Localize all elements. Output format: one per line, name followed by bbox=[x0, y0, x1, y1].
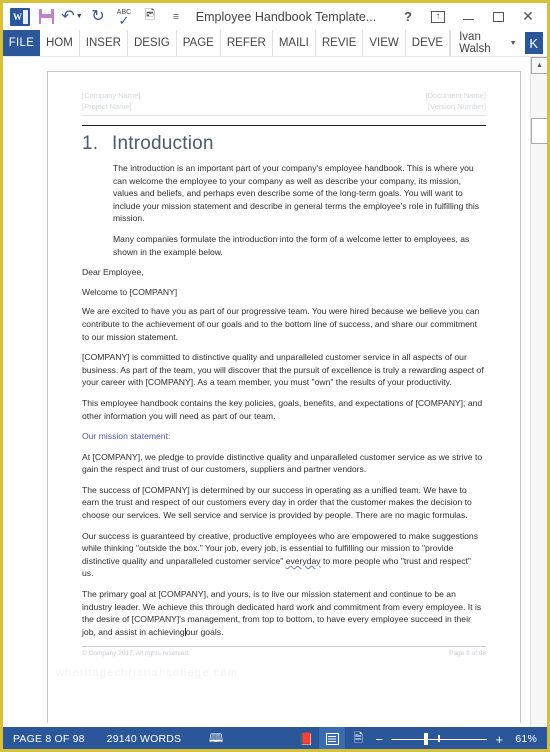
user-account-label: Ivan Walsh bbox=[459, 31, 491, 55]
header-document-name: [Document Name] bbox=[425, 91, 486, 100]
mission-statement-label: Our mission statement: bbox=[82, 431, 171, 442]
spelling-icon[interactable]: ABC ✓ bbox=[111, 5, 137, 29]
tab-references[interactable]: REFER bbox=[221, 30, 273, 56]
intro-block: The introduction is an important part of… bbox=[82, 162, 486, 258]
document-title: Employee Handbook Template... bbox=[195, 9, 377, 24]
help-button[interactable]: ? bbox=[393, 5, 423, 29]
maximize-button[interactable] bbox=[483, 5, 513, 29]
zoom-track[interactable] bbox=[391, 733, 488, 745]
quick-access-toolbar: W ↶ ▼ ↻ ABC ✓ 🖻 ≡ bbox=[7, 5, 189, 29]
save-icon[interactable] bbox=[33, 5, 59, 29]
web-layout-icon[interactable]: 🗎 bbox=[345, 727, 371, 749]
minimize-button[interactable] bbox=[453, 5, 483, 29]
ribbon-display-options-button[interactable] bbox=[423, 5, 453, 29]
header-company-name: [Company Name] bbox=[82, 91, 141, 100]
title-bar: W ↶ ▼ ↻ ABC ✓ 🖻 ≡ Employee Handbook Templa… bbox=[3, 3, 547, 30]
paragraph-welcome: Welcome to [COMPANY] bbox=[82, 286, 178, 297]
window-controls: ? ✕ bbox=[393, 5, 543, 29]
tab-insert[interactable]: INSER bbox=[80, 30, 128, 56]
scroll-up-icon[interactable]: ▲ bbox=[531, 57, 547, 74]
avatar[interactable]: K bbox=[524, 32, 543, 54]
word-logo-icon[interactable]: W bbox=[7, 5, 33, 29]
page-footer: © Company 2017. All rights reserved. Pag… bbox=[82, 646, 486, 657]
paragraph-salutation: Dear Employee, bbox=[82, 267, 144, 278]
document-page[interactable]: [Company Name] [Project Name] [Document … bbox=[47, 71, 521, 723]
footer-copyright: © Company 2017. All rights reserved. bbox=[82, 650, 190, 658]
read-mode-icon[interactable]: 📕 bbox=[293, 727, 319, 749]
paragraph-final-part-b: our goals. bbox=[185, 626, 224, 637]
paragraph-final-part-a: The primary goal at [COMPANY], and yours… bbox=[82, 589, 482, 637]
section-heading-number: 1. bbox=[82, 133, 99, 154]
tab-review[interactable]: REVIE bbox=[316, 30, 364, 56]
paragraph-final: The primary goal at [COMPANY], and yours… bbox=[82, 588, 484, 638]
section-heading-text: Introduction bbox=[112, 133, 214, 154]
close-button[interactable]: ✕ bbox=[513, 5, 543, 29]
page-header: [Company Name] [Project Name] [Document … bbox=[82, 90, 486, 116]
tab-developer[interactable]: DEVE bbox=[406, 30, 451, 56]
vertical-scrollbar[interactable]: ▲ bbox=[530, 57, 547, 727]
undo-icon[interactable]: ↶ ▼ bbox=[59, 5, 85, 29]
status-bar: PAGE 8 OF 98 29140 WORDS 🕮 📕 🗎 − + 61% bbox=[3, 727, 547, 749]
word-logo-letter: W bbox=[13, 11, 22, 22]
header-project-name: [Project Name] bbox=[82, 102, 132, 111]
touch-mode-icon[interactable]: 🖻 bbox=[137, 5, 163, 29]
zoom-thumb[interactable] bbox=[424, 733, 429, 745]
section-heading: 1. Introduction bbox=[82, 125, 486, 155]
paragraph-body-2: [COMPANY] is committed to distinctive qu… bbox=[82, 352, 484, 388]
print-layout-icon[interactable] bbox=[319, 727, 346, 749]
paragraph-mission-2: The success of [COMPANY] is determined b… bbox=[82, 484, 472, 521]
zoom-in-button[interactable]: + bbox=[491, 732, 507, 747]
tab-file[interactable]: FILE bbox=[3, 30, 40, 56]
zoom-out-button[interactable]: − bbox=[371, 732, 387, 747]
status-word-count[interactable]: 29140 WORDS bbox=[107, 733, 182, 745]
user-account-button[interactable]: Ivan Walsh ▼ bbox=[450, 30, 519, 56]
header-version-number: [Version Number] bbox=[428, 102, 486, 111]
status-page-indicator[interactable]: PAGE 8 OF 98 bbox=[13, 733, 85, 745]
paragraph-intro-2: Many companies formulate the introductio… bbox=[113, 233, 470, 257]
letter-block: Dear Employee, Welcome to [COMPANY] We a… bbox=[82, 266, 486, 638]
word-application-window: W ↶ ▼ ↻ ABC ✓ 🖻 ≡ Employee Handbook Templa… bbox=[0, 0, 550, 752]
paragraph-body-1: We are excited to have you as part of ou… bbox=[82, 306, 480, 342]
tab-design[interactable]: DESIG bbox=[128, 30, 177, 56]
tab-home[interactable]: HOM bbox=[40, 30, 80, 56]
footer-page-number: Page 8 of 98 bbox=[449, 650, 486, 658]
spelling-error-word[interactable]: everyday bbox=[286, 556, 321, 566]
paragraph-intro-1: The introduction is an important part of… bbox=[113, 163, 480, 224]
zoom-percentage[interactable]: 61% bbox=[515, 733, 537, 745]
tab-page-layout[interactable]: PAGE bbox=[177, 30, 221, 56]
paragraph-mission-1: At [COMPANY], we pledge to provide disti… bbox=[82, 451, 483, 475]
scrollbar-thumb[interactable] bbox=[531, 118, 547, 144]
document-workspace: [Company Name] [Project Name] [Document … bbox=[3, 57, 547, 727]
watermark-text: wheritagechristiancollege.com bbox=[56, 667, 239, 680]
tab-mailings[interactable]: MAILI bbox=[273, 30, 316, 56]
paragraph-success: Our success is guaranteed by creative, p… bbox=[82, 530, 484, 580]
paragraph-body-3: This employee handbook contains the key … bbox=[82, 397, 483, 421]
zoom-slider[interactable]: − + bbox=[371, 732, 507, 747]
redo-icon[interactable]: ↻ bbox=[85, 5, 111, 29]
ribbon-tab-strip: FILE HOM INSER DESIG PAGE REFER MAILI RE… bbox=[3, 30, 547, 57]
proofing-errors-icon[interactable]: 🕮 bbox=[203, 727, 229, 749]
chevron-down-icon: ▼ bbox=[509, 39, 517, 47]
customize-qat-icon[interactable]: ≡ bbox=[163, 5, 189, 29]
tab-view[interactable]: VIEW bbox=[363, 30, 406, 56]
